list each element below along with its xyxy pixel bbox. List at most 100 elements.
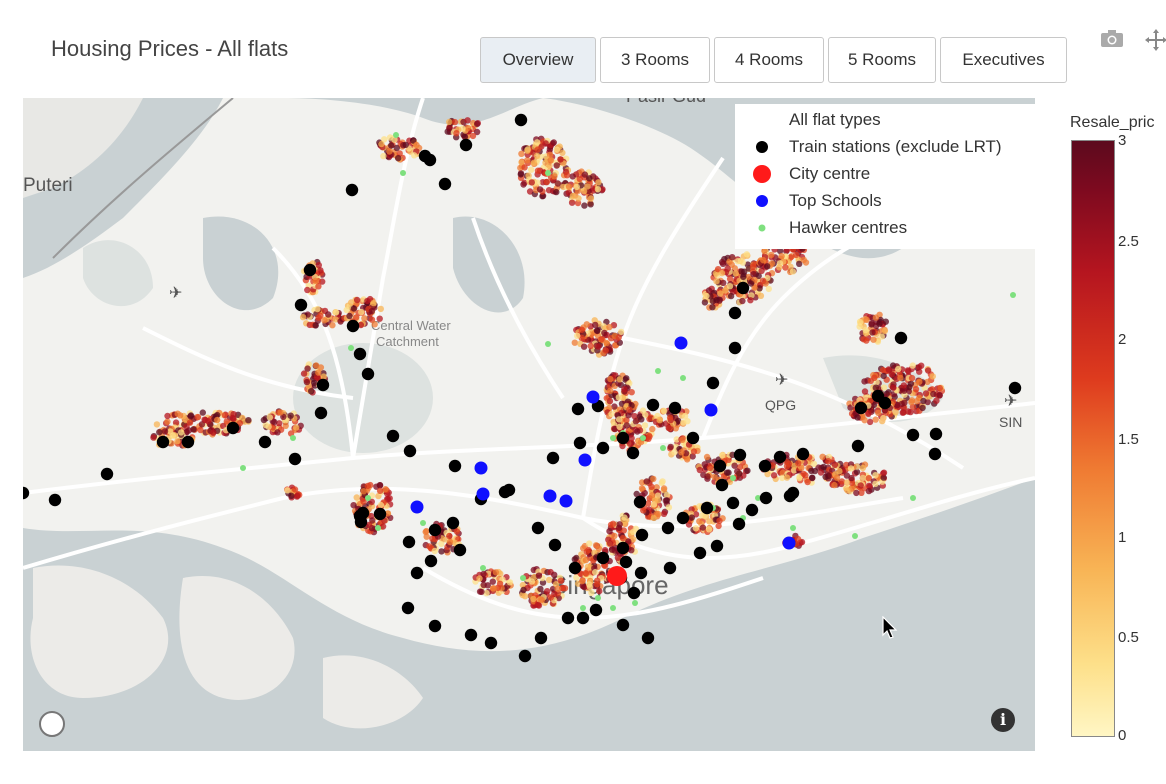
flat-point	[489, 585, 497, 592]
flat-point	[325, 311, 332, 318]
flat-point	[880, 414, 887, 422]
flat-point	[557, 156, 564, 163]
train-station-point	[616, 431, 630, 445]
top-school-point	[674, 336, 688, 350]
flat-point	[378, 140, 385, 148]
flat-point	[579, 577, 586, 585]
flat-point	[533, 152, 541, 159]
flat-point	[592, 542, 600, 549]
flat-point	[573, 183, 580, 191]
flat-point	[750, 271, 757, 278]
airport-icon: ✈	[1004, 393, 1017, 410]
train-station-point	[929, 427, 943, 441]
flat-point	[747, 280, 755, 287]
train-station-point	[403, 444, 417, 458]
train-station-point	[316, 378, 330, 392]
legend-item-hawker-centres[interactable]: Hawker centres	[735, 218, 907, 238]
train-station-point	[635, 528, 649, 542]
flat-point	[639, 407, 647, 414]
flat-point	[586, 175, 593, 182]
flat-point	[671, 449, 678, 456]
train-station-point	[693, 546, 707, 560]
flat-point	[825, 472, 832, 479]
train-station-point	[354, 515, 368, 529]
legend-item-city-centre[interactable]: City centre	[735, 164, 870, 184]
flat-point	[332, 309, 340, 316]
legend-item-top-schools[interactable]: Top Schools	[735, 191, 882, 211]
flat-point	[377, 305, 384, 313]
train-station-point	[345, 183, 359, 197]
flat-point	[713, 278, 720, 285]
flat-point	[909, 362, 916, 369]
colorbar-tick: 3	[1118, 132, 1127, 149]
flat-point	[739, 297, 746, 305]
flat-point	[882, 318, 889, 325]
colorbar	[1071, 140, 1115, 737]
flat-point	[615, 416, 623, 423]
train-station-point	[288, 452, 302, 466]
flat-point	[518, 150, 525, 157]
train-station-point	[619, 555, 633, 569]
tab-executives[interactable]: Executives	[940, 37, 1067, 83]
legend-item-all-flats[interactable]: All flat types	[735, 110, 881, 130]
flat-point	[680, 419, 687, 426]
flat-point	[895, 365, 902, 373]
flat-point	[314, 305, 321, 313]
map-reset-icon[interactable]	[39, 711, 65, 737]
tab-3-rooms[interactable]: 3 Rooms	[600, 37, 710, 83]
flat-point	[592, 569, 599, 576]
flat-point	[538, 596, 546, 604]
flat-point	[628, 435, 635, 442]
train-station-point	[715, 478, 729, 492]
camera-icon[interactable]	[1100, 28, 1124, 54]
flat-point	[214, 416, 221, 424]
flat-point	[922, 390, 930, 397]
flat-point	[920, 397, 927, 405]
flat-point	[718, 270, 726, 277]
flat-point	[706, 464, 714, 471]
flat-point	[542, 140, 549, 147]
legend-item-train-stations[interactable]: Train stations (exclude LRT)	[735, 137, 1002, 157]
flat-point	[759, 277, 767, 284]
train-station-point	[361, 367, 375, 381]
train-station-point	[596, 441, 610, 455]
flat-point	[607, 375, 614, 383]
flat-point	[870, 336, 877, 343]
info-icon[interactable]: i	[991, 708, 1015, 732]
flat-point	[856, 323, 863, 330]
train-station-point	[773, 450, 787, 464]
flat-point	[709, 304, 716, 311]
flat-point	[554, 585, 561, 592]
train-station-point	[728, 306, 742, 320]
flat-point	[476, 588, 484, 595]
tab-5-rooms[interactable]: 5 Rooms	[828, 37, 936, 83]
flat-point	[684, 456, 691, 463]
flat-point	[760, 256, 767, 264]
pan-icon[interactable]	[1144, 28, 1166, 58]
hawker-centre-point	[680, 375, 686, 381]
tab-4-rooms[interactable]: 4 Rooms	[714, 37, 824, 83]
flat-point	[634, 428, 641, 435]
flat-point	[284, 487, 291, 494]
tab-overview[interactable]: Overview	[480, 37, 596, 83]
train-station-point	[633, 495, 647, 509]
flat-point	[663, 497, 671, 504]
flat-point	[908, 398, 915, 406]
train-station-point	[758, 459, 772, 473]
flat-point	[703, 453, 711, 461]
flat-point	[609, 520, 617, 527]
flat-point	[665, 424, 672, 432]
hawker-centre-point	[480, 565, 486, 571]
flat-point	[616, 521, 623, 528]
top-school-point	[476, 487, 490, 501]
flat-point	[360, 488, 367, 495]
flat-point	[312, 277, 319, 284]
flat-point	[764, 263, 771, 270]
flat-point	[380, 152, 387, 160]
flat-point	[643, 478, 650, 485]
flat-point	[446, 532, 453, 540]
flat-point	[187, 412, 195, 419]
hawker-centre-point	[420, 520, 426, 526]
flat-point	[783, 474, 791, 481]
hawker-centre-point	[610, 605, 616, 611]
